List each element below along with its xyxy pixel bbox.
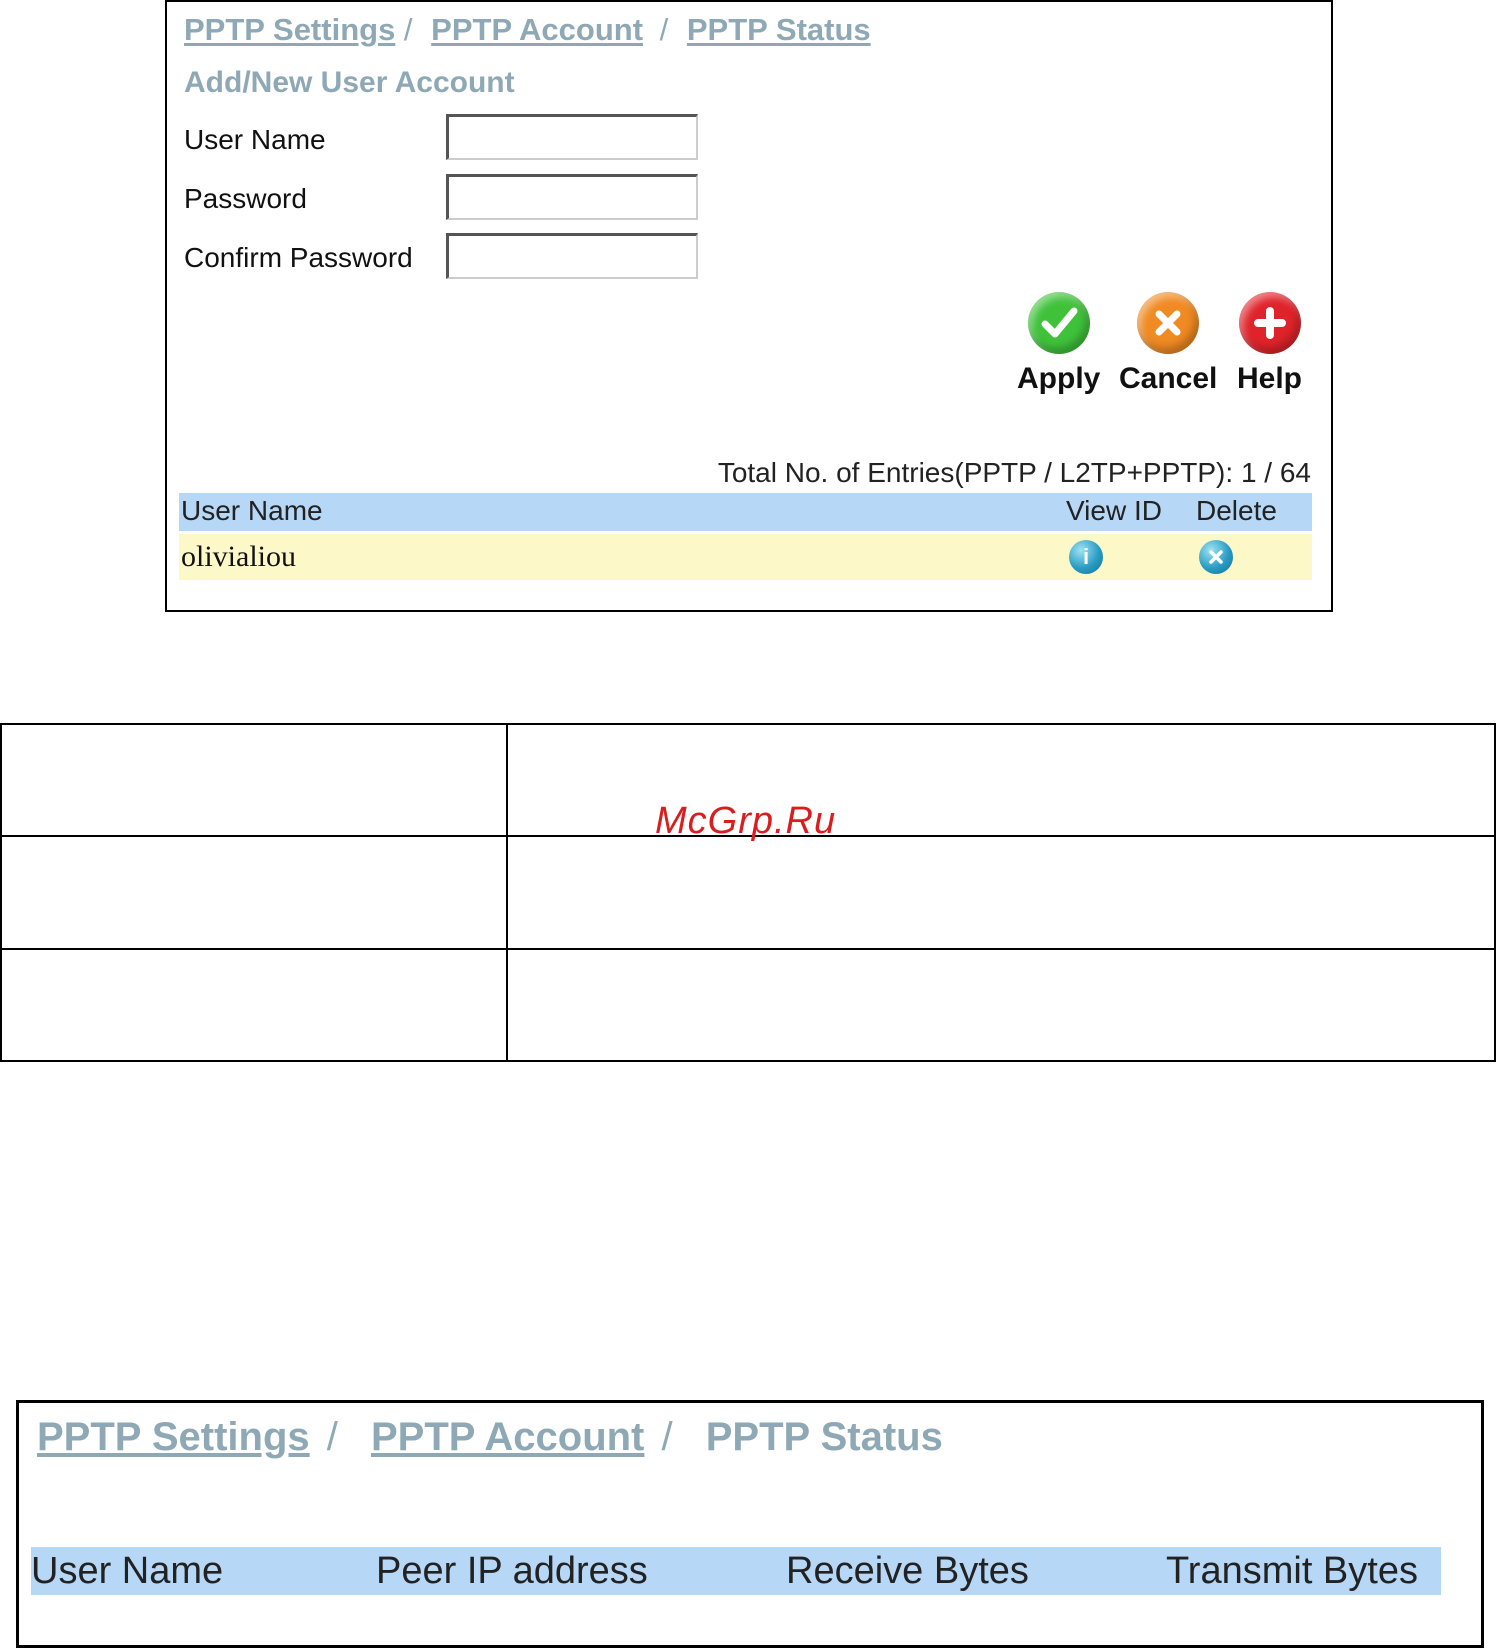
watermark-text: McGrp.Ru bbox=[655, 800, 837, 842]
user-name-label: User Name bbox=[184, 124, 326, 155]
help-button[interactable]: Help bbox=[1237, 292, 1302, 396]
user-name-input[interactable] bbox=[446, 114, 698, 160]
x-icon bbox=[1137, 292, 1200, 354]
column-header-user-name: User Name bbox=[31, 1550, 224, 1592]
breadcrumb-separator: / bbox=[315, 1415, 349, 1459]
table-header: User Name Peer IP address Receive Bytes … bbox=[31, 1547, 1441, 1595]
row-user-name: olivialiou bbox=[181, 540, 296, 573]
breadcrumb-separator: / bbox=[651, 12, 677, 47]
description-table bbox=[0, 722, 1496, 1063]
breadcrumb-pptp-settings[interactable]: PPTP Settings bbox=[37, 1415, 310, 1459]
breadcrumb-separator: / bbox=[650, 1415, 684, 1459]
total-entries-text: Total No. of Entries(PPTP / L2TP+PPTP): … bbox=[717, 457, 1311, 488]
table-cell bbox=[506, 835, 1496, 950]
breadcrumb-pptp-account[interactable]: PPTP Account bbox=[431, 12, 643, 47]
column-header-view-id: View ID bbox=[1066, 495, 1162, 526]
help-label: Help bbox=[1237, 362, 1303, 395]
breadcrumb: PPTP Settings / PPTP Account / PPTP Stat… bbox=[37, 1415, 943, 1460]
pptp-status-panel: PPTP Settings / PPTP Account / PPTP Stat… bbox=[16, 1400, 1484, 1648]
table-row bbox=[0, 835, 1496, 950]
breadcrumb-pptp-status[interactable]: PPTP Status bbox=[687, 12, 871, 47]
table-header: User Name View ID Delete bbox=[179, 493, 1312, 531]
table-cell bbox=[506, 947, 1496, 1063]
breadcrumb-pptp-status: PPTP Status bbox=[705, 1415, 943, 1459]
breadcrumb-pptp-account[interactable]: PPTP Account bbox=[371, 1415, 644, 1459]
column-header-transmit-bytes: Transmit Bytes bbox=[1166, 1550, 1418, 1592]
section-heading: Add/New User Account bbox=[184, 66, 515, 99]
column-header-receive-bytes: Receive Bytes bbox=[786, 1550, 1029, 1592]
table-row: olivialiou i bbox=[179, 534, 1312, 580]
table-cell bbox=[0, 835, 508, 950]
breadcrumb-separator: / bbox=[395, 12, 422, 47]
pptp-account-panel: PPTP Settings / PPTP Account / PPTP Stat… bbox=[165, 0, 1333, 612]
table-cell bbox=[0, 947, 508, 1063]
table-row bbox=[0, 947, 1496, 1063]
password-label: Password bbox=[184, 183, 307, 214]
breadcrumb: PPTP Settings / PPTP Account / PPTP Stat… bbox=[184, 12, 871, 48]
info-icon[interactable]: i bbox=[1069, 540, 1103, 574]
confirm-password-input[interactable] bbox=[446, 233, 698, 279]
plus-icon bbox=[1238, 292, 1301, 354]
cancel-label: Cancel bbox=[1119, 362, 1218, 395]
cancel-button[interactable]: Cancel bbox=[1119, 292, 1217, 396]
column-header-user-name: User Name bbox=[181, 495, 323, 526]
confirm-password-label: Confirm Password bbox=[184, 242, 413, 273]
apply-button[interactable]: Apply bbox=[1017, 292, 1100, 396]
checkmark-icon bbox=[1027, 292, 1090, 354]
column-header-peer-ip: Peer IP address bbox=[376, 1550, 648, 1592]
delete-icon[interactable] bbox=[1199, 540, 1233, 574]
column-header-delete: Delete bbox=[1196, 495, 1277, 526]
breadcrumb-pptp-settings[interactable]: PPTP Settings bbox=[184, 12, 395, 47]
apply-label: Apply bbox=[1017, 362, 1101, 395]
table-cell bbox=[0, 722, 508, 838]
password-input[interactable] bbox=[446, 174, 698, 220]
